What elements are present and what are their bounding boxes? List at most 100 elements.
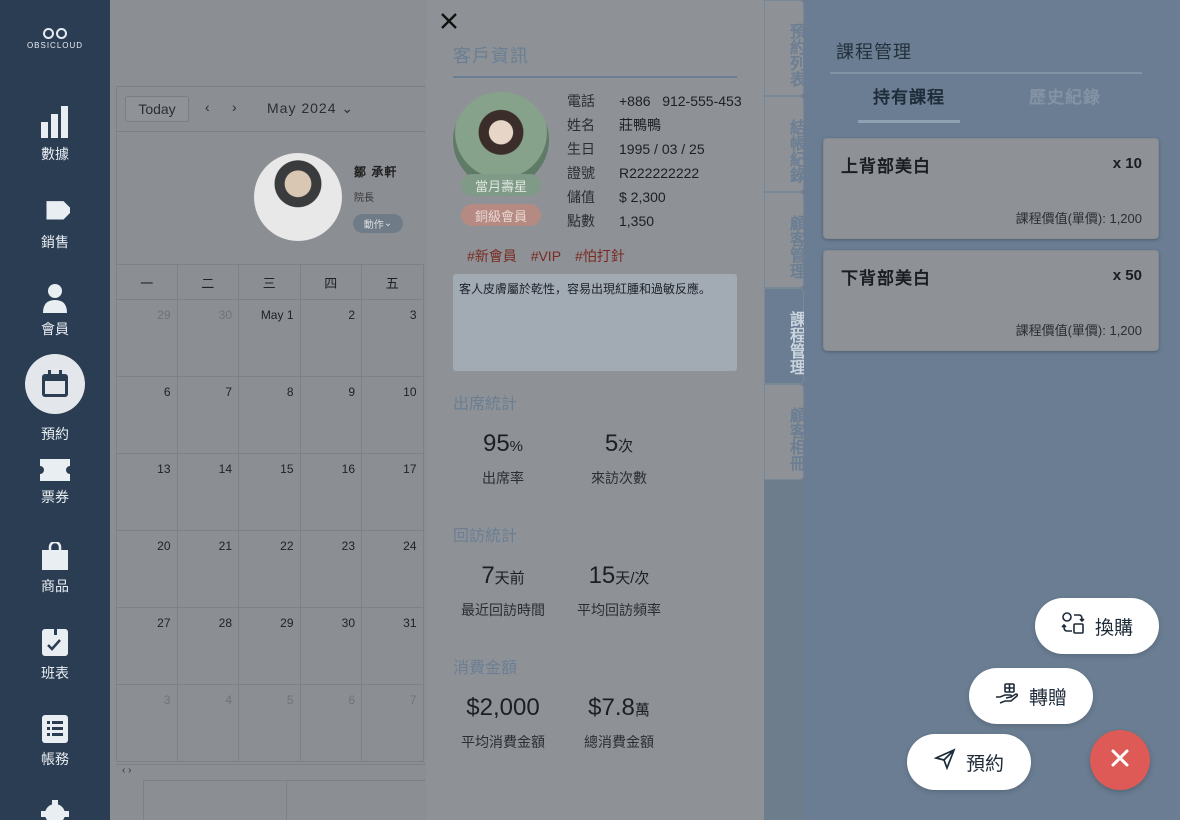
calendar-month-label[interactable]: May 2024 ⌄ bbox=[267, 100, 354, 117]
close-actions-button[interactable] bbox=[1090, 730, 1150, 790]
calendar-day-cell[interactable]: 14 bbox=[177, 454, 239, 531]
field-name: 姓名 莊鴨鴨 bbox=[567, 117, 661, 133]
ticket-icon bbox=[0, 459, 110, 481]
sidebar-item-label: 會員 bbox=[41, 321, 69, 337]
course-unit-price: 課程價值(單價): 1,200 bbox=[1015, 211, 1142, 226]
staff-action-button[interactable]: 動作 ⌄ bbox=[353, 214, 403, 233]
visit-count-stat: 5次 來訪次數 bbox=[591, 430, 647, 486]
calendar-day-cell[interactable]: May 1 bbox=[239, 300, 301, 377]
gear-icon bbox=[0, 800, 110, 820]
calendar-day-cell[interactable]: 3 bbox=[362, 300, 424, 377]
prev-month-icon[interactable]: ‹ bbox=[205, 99, 210, 115]
calendar-day-cell[interactable]: 10 bbox=[362, 377, 424, 454]
today-button[interactable]: Today bbox=[125, 96, 189, 122]
weekday-header: 五 bbox=[362, 264, 424, 300]
calendar-day-cell[interactable]: 31 bbox=[362, 608, 424, 685]
brand-logo[interactable]: OBSICLOUD bbox=[0, 28, 110, 50]
calendar-day-cell[interactable]: 29 bbox=[239, 608, 301, 685]
field-points: 點數 1,350 bbox=[567, 213, 655, 229]
tab-owned-courses[interactable]: 持有課程 bbox=[858, 83, 960, 123]
schedule-icon bbox=[0, 627, 110, 657]
calendar-day-cell[interactable]: 8 bbox=[239, 377, 301, 454]
revisit-frequency-stat: 15天/次 平均回訪頻率 bbox=[577, 562, 661, 618]
calendar-day-cell[interactable]: 17 bbox=[362, 454, 424, 531]
attendance-section-title: 出席統計 bbox=[453, 396, 518, 413]
calendar-day-cell[interactable]: 24 bbox=[362, 531, 424, 608]
sidebar-item-booking[interactable]: 預約 bbox=[0, 354, 110, 444]
course-unit-price: 課程價值(單價): 1,200 bbox=[1015, 323, 1142, 338]
course-quantity: x 50 bbox=[1112, 267, 1142, 284]
course-name: 上背部美白 bbox=[841, 157, 931, 176]
sidebar-nav: OBSICLOUD 數據 銷售 會員 預約 票券 商品 班表 帳務 bbox=[0, 0, 110, 820]
tab-course-history[interactable]: 歷史紀錄 bbox=[1010, 83, 1120, 108]
calendar-icon bbox=[41, 370, 69, 398]
calendar-day-cell[interactable]: 22 bbox=[239, 531, 301, 608]
calendar-day-cell[interactable]: 30 bbox=[300, 608, 362, 685]
calendar-day-cell[interactable]: 16 bbox=[300, 454, 362, 531]
sidebar-item-label: 票券 bbox=[41, 489, 69, 505]
calendar-day-cell[interactable]: 29 bbox=[116, 300, 178, 377]
customer-tag: #怕打針 bbox=[574, 248, 625, 264]
field-phone: 電話 +886 912-555-453 bbox=[567, 93, 742, 109]
course-panel-title: 課程管理 bbox=[830, 38, 1142, 74]
course-card[interactable]: 下背部美白 x 50 課程價值(單價): 1,200 bbox=[823, 250, 1159, 351]
tag-icon bbox=[0, 196, 110, 226]
tab-customer-album[interactable]: 顧客相冊 bbox=[764, 384, 804, 480]
sidebar-item-label: 商品 bbox=[41, 578, 69, 594]
calendar-day-cell[interactable]: 5 bbox=[239, 685, 301, 762]
exchange-button[interactable]: 換購 bbox=[1035, 598, 1159, 654]
course-card[interactable]: 上背部美白 x 10 課程價值(單價): 1,200 bbox=[823, 138, 1159, 239]
calendar-day-cell[interactable]: 6 bbox=[116, 377, 178, 454]
calendar-day-cell[interactable]: 9 bbox=[300, 377, 362, 454]
sidebar-item-tickets[interactable]: 票券 bbox=[0, 459, 110, 507]
calendar-day-cell[interactable]: 7 bbox=[177, 377, 239, 454]
shopping-bag-icon bbox=[0, 542, 110, 570]
calendar-day-cell[interactable]: 2 bbox=[300, 300, 362, 377]
sidebar-item-analytics[interactable]: 數據 bbox=[0, 106, 110, 164]
calendar-day-cell[interactable]: 21 bbox=[177, 531, 239, 608]
book-appointment-button[interactable]: 預約 bbox=[907, 734, 1031, 790]
calendar-scroll-arrows[interactable]: ‹ › bbox=[116, 764, 446, 780]
course-name: 下背部美白 bbox=[841, 269, 931, 288]
sidebar-item-accounting[interactable]: 帳務 bbox=[0, 715, 110, 769]
sidebar-item-products[interactable]: 商品 bbox=[0, 542, 110, 596]
calendar-day-cell[interactable]: 3 bbox=[116, 685, 178, 762]
calendar-grid: 一 二 三 四 五 29 30 May 1 2 3 6 7 8 9 10 13 … bbox=[116, 264, 424, 762]
exchange-icon bbox=[1061, 611, 1085, 641]
sidebar-item-sales[interactable]: 銷售 bbox=[0, 196, 110, 252]
field-birthday: 生日 1995 / 03 / 25 bbox=[567, 141, 705, 157]
weekday-header: 四 bbox=[300, 264, 362, 300]
staff-name: 鄒 承軒 bbox=[354, 165, 398, 179]
calendar-day-cell[interactable]: 13 bbox=[116, 454, 178, 531]
attendance-rate-stat: 95% 出席率 bbox=[482, 430, 524, 486]
last-revisit-stat: 7天前 最近回訪時間 bbox=[461, 562, 545, 618]
calendar-day-cell[interactable]: 28 bbox=[177, 608, 239, 685]
field-stored-value: 儲值 $ 2,300 bbox=[567, 189, 666, 205]
close-icon[interactable] bbox=[438, 10, 460, 32]
calendar-day-cell[interactable]: 15 bbox=[239, 454, 301, 531]
next-month-icon[interactable]: › bbox=[232, 99, 237, 115]
member-level-badge: 銅級會員 bbox=[461, 204, 541, 226]
calendar-day-cell[interactable]: 6 bbox=[300, 685, 362, 762]
calendar-day-cell[interactable]: 7 bbox=[362, 685, 424, 762]
calendar-day-cell[interactable]: 20 bbox=[116, 531, 178, 608]
calendar-day-cell[interactable]: 27 bbox=[116, 608, 178, 685]
customer-note[interactable]: 客人皮膚屬於乾性，容易出現紅腫和過敏反應。 bbox=[453, 274, 737, 371]
calendar-day-cell[interactable]: 23 bbox=[300, 531, 362, 608]
tab-checkout-records[interactable]: 結帳紀錄 bbox=[764, 96, 804, 192]
sidebar-item-members[interactable]: 會員 bbox=[0, 283, 110, 339]
sidebar-item-settings[interactable] bbox=[0, 800, 110, 820]
weekday-header: 三 bbox=[239, 264, 301, 300]
tab-customer-management[interactable]: 顧客管理 bbox=[764, 192, 804, 288]
customer-tags: #新會員 #VIP #怕打針 bbox=[467, 246, 635, 266]
tab-booking-list[interactable]: 預約列表 bbox=[764, 0, 804, 96]
calendar-day-cell[interactable]: 30 bbox=[177, 300, 239, 377]
gift-transfer-button[interactable]: 轉贈 bbox=[969, 668, 1093, 724]
sidebar-item-schedule[interactable]: 班表 bbox=[0, 627, 110, 683]
ledger-icon bbox=[0, 715, 110, 743]
average-spending-stat: $2,000 平均消費金額 bbox=[461, 694, 545, 750]
brand-name: OBSICLOUD bbox=[26, 41, 84, 50]
weekday-header: 二 bbox=[177, 264, 239, 300]
calendar-day-cell[interactable]: 4 bbox=[177, 685, 239, 762]
tab-course-management[interactable]: 課程管理 bbox=[764, 288, 804, 384]
